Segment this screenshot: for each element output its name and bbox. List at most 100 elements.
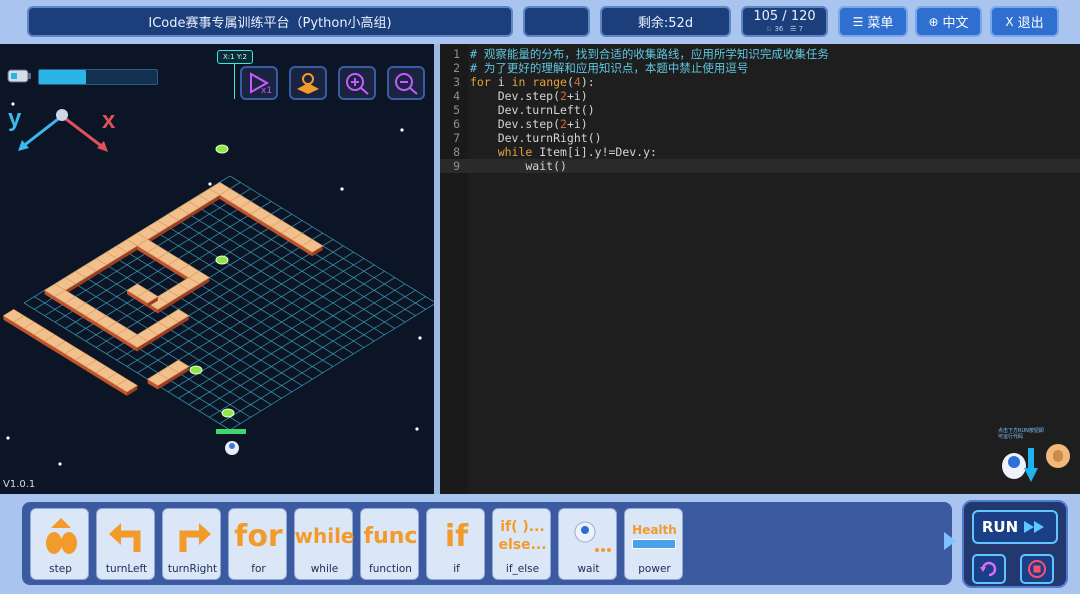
coordinate-tag: X:1 Y:2 — [217, 50, 253, 64]
game-view[interactable]: y x X:1 Y:2 x1 V1.0.1 — [0, 44, 434, 494]
code-line[interactable]: 6 Dev.step(2+i) — [440, 117, 1080, 131]
step-icon — [31, 511, 90, 561]
line-text: while Item[i].y!=Dev.y: — [497, 145, 657, 159]
reset-button[interactable] — [972, 554, 1006, 584]
code-editor[interactable]: 1 # 观察能量的分布，找到合适的收集路线，应用所学知识完成收集任务 2 # 为了更好… — [440, 44, 1080, 494]
run-button[interactable]: RUN — [972, 510, 1058, 544]
level-stat-b: 7 — [798, 25, 804, 33]
line-number: 2 — [453, 61, 460, 75]
block-label: function — [369, 563, 412, 575]
turn-left-icon — [97, 511, 156, 561]
wait-icon — [559, 511, 618, 561]
code-line[interactable]: 9 wait() — [440, 159, 1080, 173]
level-stats: ♘ 36 ☰ 7 — [765, 25, 804, 33]
zoom-in-button[interactable] — [338, 66, 376, 100]
block-for[interactable]: for for — [228, 508, 287, 580]
star — [6, 436, 10, 440]
while-icon: while — [294, 524, 355, 548]
line-text: # 观察能量的分布，找到合适的收集路线，应用所学知识完成收集任务 — [470, 47, 829, 61]
level-counter: 105 / 120 ♘ 36 ☰ 7 — [741, 6, 828, 37]
block-turnRight[interactable]: turnRight — [162, 508, 221, 580]
line-number: 8 — [453, 145, 460, 159]
line-number: 3 — [453, 75, 460, 89]
block-label: for — [251, 563, 266, 575]
energy-item — [189, 365, 203, 375]
block-turnLeft[interactable]: turnLeft — [96, 508, 155, 580]
helper-robot — [996, 442, 1080, 492]
block-label: wait — [577, 563, 600, 575]
svg-text:x1: x1 — [261, 86, 272, 95]
line-number: 9 — [453, 159, 460, 173]
speed-play-icon: x1 — [250, 72, 272, 95]
function-icon: func — [363, 523, 418, 549]
block-label: turnLeft — [105, 563, 148, 575]
language-button[interactable]: ⊕ 中文 — [915, 6, 982, 37]
line-text: Dev.step(2+i) — [470, 117, 588, 131]
globe-icon: ⊕ — [928, 14, 939, 29]
block-label: power — [638, 563, 671, 575]
bottom-toolbar: step turnLeft turnRight for for while while fun… — [0, 494, 1080, 594]
platform-title-text: ICode赛事专属训练平台（Python小高组) — [148, 16, 392, 31]
block-label: turnRight — [167, 563, 218, 575]
code-block-palette: step turnLeft turnRight for for while while fun… — [22, 502, 952, 585]
robot-mascot-icon — [1002, 444, 1070, 482]
code-line[interactable]: 5 Dev.turnLeft() — [440, 103, 1080, 117]
block-function[interactable]: func function — [360, 508, 419, 580]
run-panel: RUN — [962, 500, 1068, 588]
fast-forward-icon — [1024, 521, 1045, 533]
block-label: if — [453, 563, 460, 575]
block-if-else[interactable]: if( )... else... if_else — [492, 508, 551, 580]
block-step[interactable]: step — [30, 508, 89, 580]
code-line[interactable]: 7 Dev.turnRight() — [440, 131, 1080, 145]
line-text: Dev.turnLeft() — [470, 103, 595, 117]
for-icon: for — [234, 518, 283, 554]
axis-x-label: x — [102, 107, 116, 134]
zoom-out-button[interactable] — [387, 66, 425, 100]
line-text: for i in range(4): — [470, 75, 595, 89]
version-label: V1.0.1 — [3, 479, 36, 490]
block-if[interactable]: if if — [426, 508, 485, 580]
code-line[interactable]: 3 for i in range(4): — [440, 75, 1080, 89]
if-else-icon: if( )... else... — [498, 519, 547, 553]
reset-icon — [980, 561, 997, 577]
map-view-button[interactable] — [289, 66, 327, 100]
exit-label: 退出 — [1017, 16, 1044, 31]
zoom-out-icon — [395, 73, 418, 95]
battery-icon — [6, 66, 32, 86]
menu-button[interactable]: ☰ 菜单 — [838, 6, 908, 37]
block-wait[interactable]: wait — [558, 508, 617, 580]
zoom-in-icon — [346, 73, 369, 95]
palette-scroll-right-icon[interactable] — [944, 532, 956, 550]
speed-toggle-button[interactable]: x1 — [240, 66, 278, 100]
menu-icon: ☰ — [852, 14, 864, 29]
code-line[interactable]: 1 # 观察能量的分布，找到合适的收集路线，应用所学知识完成收集任务 — [440, 47, 1080, 61]
block-label: step — [49, 563, 72, 575]
blank-panel — [523, 6, 590, 37]
stop-icon — [1028, 560, 1046, 578]
exit-icon: X — [1005, 14, 1014, 29]
menu-label: 菜单 — [867, 16, 894, 31]
line-number: 1 — [453, 47, 460, 61]
star — [340, 187, 344, 191]
line-text: Dev.step(2+i) — [470, 89, 588, 103]
star — [415, 427, 419, 431]
line-number: 7 — [453, 131, 460, 145]
energy-bar — [38, 69, 158, 85]
code-line[interactable]: 8 while Item[i].y!=Dev.y: — [440, 145, 1080, 159]
block-label: while — [310, 563, 339, 575]
run-label: RUN — [981, 518, 1019, 536]
line-text: Dev.turnRight() — [470, 131, 602, 145]
block-while[interactable]: while while — [294, 508, 355, 580]
code-line[interactable]: 4 Dev.step(2+i) — [440, 89, 1080, 103]
line-number: 4 — [453, 89, 460, 103]
exit-button[interactable]: X 退出 — [990, 6, 1059, 37]
block-power[interactable]: Health power — [624, 508, 683, 580]
line-number: 6 — [453, 117, 460, 131]
line-number: 5 — [453, 103, 460, 117]
helper-hint: 点击下方RUN按钮即可运行代码 — [998, 428, 1044, 440]
stop-button[interactable] — [1020, 554, 1054, 584]
axis-y-label: y — [8, 105, 22, 132]
code-line[interactable]: 2 # 为了更好的理解和应用知识点，本题中禁止使用逗号 — [440, 61, 1080, 75]
line-text: wait() — [470, 159, 567, 173]
star — [58, 462, 62, 466]
